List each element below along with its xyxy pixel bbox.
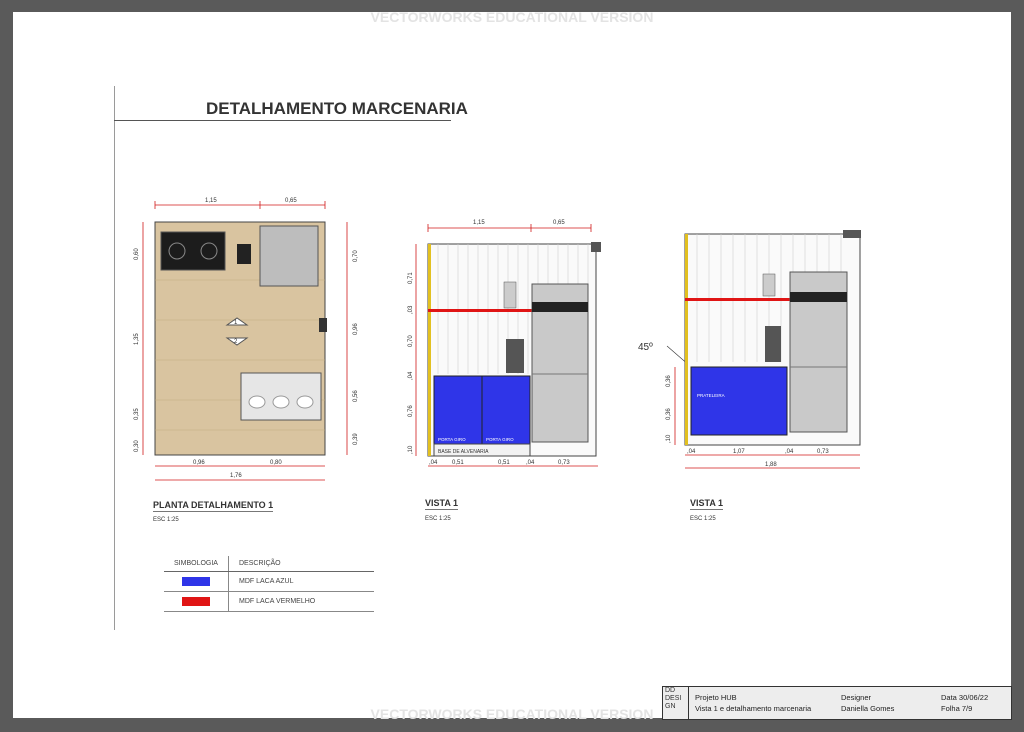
vista2-dim-left-2: ,10 <box>666 434 672 443</box>
vista1-drawing: 1,15 0,65 0,71 ,03 0,70 ,04 0,76 ,10 POR… <box>408 220 601 467</box>
vista2-scale: ESC 1:25 <box>690 516 716 522</box>
plan-dim-top-0: 1,15 <box>205 198 217 204</box>
plan-dim-bottom-1: 0,80 <box>270 460 282 466</box>
legend-desc-blue: MDF LACA AZUL <box>239 578 294 585</box>
vista1-dim-bottom-2: 0,51 <box>498 460 510 466</box>
page-title: DETALHAMENTO MARCENARIA <box>206 99 468 118</box>
vista2-dim-bottom-3: 0,73 <box>817 449 829 455</box>
designer-label: Designer <box>841 693 872 702</box>
legend-header: SIMBOLOGIA DESCRIÇÃO <box>164 556 374 572</box>
vista1-dim-left-2: 0,70 <box>408 335 414 347</box>
plan-dim-right-3: 0,39 <box>353 433 359 445</box>
designer-logo: DD DESI GN <box>663 687 689 719</box>
vista1-dim-bottom-1: 0,51 <box>452 460 464 466</box>
vista1-dim-left-5: ,10 <box>408 445 414 454</box>
vista2-dim-bottom-2: ,04 <box>785 449 794 455</box>
designer-name: Daniella Gomes <box>841 704 895 713</box>
vista1-dim-top-1: 0,65 <box>553 220 565 226</box>
legend-row: MDF LACA AZUL <box>164 572 374 592</box>
title-underline <box>114 120 451 121</box>
vista1-dim-left-3: ,04 <box>408 371 414 380</box>
sheet-subtitle: Vista 1 e detalhamento marcenaria <box>695 704 812 713</box>
vista1-door-0: PORTA GIRO <box>438 437 466 442</box>
plan-label: PLANTA DETALHAMENTO 1 <box>153 500 274 512</box>
vista1-dim-left-1: ,03 <box>408 305 414 314</box>
legend-col-symbol: SIMBOLOGIA <box>164 556 229 571</box>
vista2-dim-total: 1,88 <box>765 462 777 468</box>
title-block: DD DESI GN Projeto HUB Vista 1 e detalha… <box>662 686 1012 720</box>
vista1-dim-bottom-0: ,04 <box>429 460 438 466</box>
legend-table: SIMBOLOGIA DESCRIÇÃO MDF LACA AZUL MDF L… <box>164 556 374 612</box>
vista2-dim-left-1: 0,36 <box>666 408 672 420</box>
sheet-date: Data 30/06/22 <box>941 693 989 702</box>
vista2-label: VISTA 1 <box>690 498 724 510</box>
plan-dim-right-1: 0,96 <box>353 323 359 335</box>
vista1-dim-bottom-4: 0,73 <box>558 460 570 466</box>
plan-dim-bottom-0: 0,96 <box>193 460 205 466</box>
sheet-number: Folha 7/9 <box>941 704 973 713</box>
legend-row: MDF LACA VERMELHO <box>164 592 374 612</box>
plan-dim-left-0: 0,60 <box>134 248 140 260</box>
plan-dim-left-1: 1,35 <box>134 333 140 345</box>
vista2-dim-left-0: 0,36 <box>666 375 672 387</box>
legend-swatch-blue <box>182 577 210 586</box>
watermark-top: VECTORWORKS EDUCATIONAL VERSION <box>370 9 654 25</box>
vista2-shelf: PRATELEIRA <box>697 393 725 398</box>
vista1-door-1: PORTA GIRO <box>486 437 514 442</box>
plan-dim-left-2: 0,35 <box>134 408 140 420</box>
vista1-dim-top-0: 1,15 <box>473 220 485 226</box>
project-name: Projeto HUB <box>695 693 737 702</box>
vista2-dim-bottom-1: 1,07 <box>733 449 745 455</box>
plan-scale: ESC 1:25 <box>153 517 179 523</box>
plan-dim-right-0: 0,70 <box>353 250 359 262</box>
vista1-scale: ESC 1:25 <box>425 516 451 522</box>
legend-swatch-red <box>182 597 210 606</box>
margin-line <box>114 86 115 630</box>
legend-desc-red: MDF LACA VERMELHO <box>239 598 316 605</box>
vista1-dim-left-4: 0,76 <box>408 405 414 417</box>
vista1-label: VISTA 1 <box>425 498 459 510</box>
vista2-dim-bottom-0: ,04 <box>687 449 696 455</box>
vista2-drawing: 45º PRATELEIRA 0,36 0,36 ,10 ,04 1,07 ,0… <box>638 230 861 469</box>
plan-dim-top-1: 0,65 <box>285 198 297 204</box>
legend-col-desc: DESCRIÇÃO <box>239 560 281 567</box>
plan-dim-left-3: 0,30 <box>134 440 140 452</box>
vista1-dim-left-0: 0,71 <box>408 272 414 284</box>
plan-drawing: 1,15 0,65 0,60 1,35 0,35 0,30 0,70 0,96 … <box>134 198 359 481</box>
vista1-base: BASE DE ALVENARIA <box>438 449 489 455</box>
vista2-angle: 45º <box>638 342 653 353</box>
plan-dim-right-2: 0,56 <box>353 390 359 402</box>
plan-dim-total: 1,76 <box>230 473 242 479</box>
vista1-dim-bottom-3: ,04 <box>526 460 535 466</box>
